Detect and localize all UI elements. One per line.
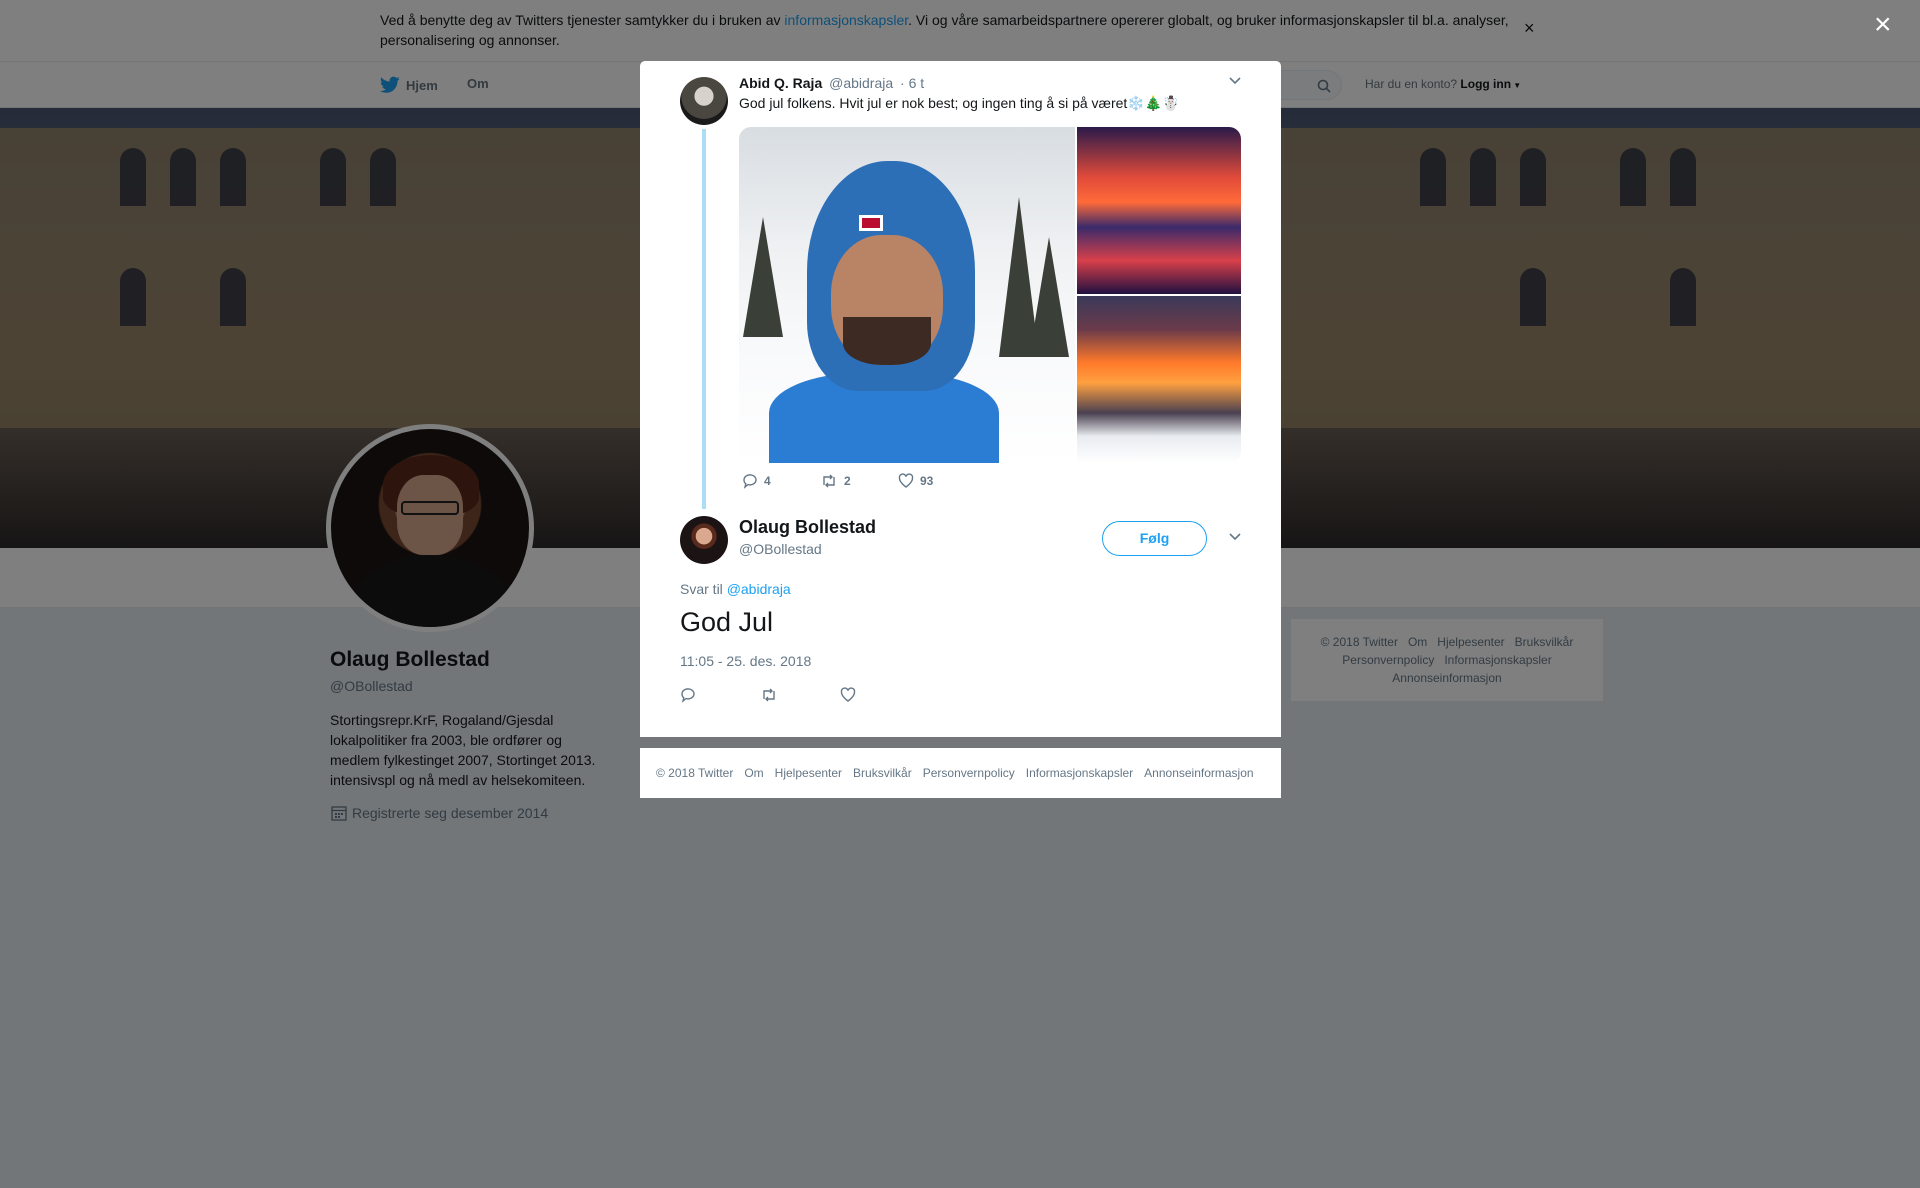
heart-icon xyxy=(840,687,856,702)
chevron-down-icon[interactable] xyxy=(1228,75,1242,89)
parent-tweet-time[interactable]: · 6 t xyxy=(900,75,924,91)
reply-icon xyxy=(743,474,757,489)
main-tweet-avatar[interactable] xyxy=(680,516,728,564)
footer-link: © 2018 Twitter xyxy=(656,766,734,780)
footer-link[interactable]: Om xyxy=(744,766,763,780)
main-tweet-actions xyxy=(680,687,920,708)
footer-link[interactable]: Informasjonskapsler xyxy=(1026,766,1133,780)
conversation-thread-line xyxy=(702,129,706,509)
reply-button[interactable] xyxy=(680,687,760,708)
like-button[interactable]: 93 xyxy=(898,473,976,489)
reply-button[interactable]: 4 xyxy=(742,473,820,489)
modal-footer: © 2018 Twitter Om Hjelpesenter Bruksvilk… xyxy=(640,748,1281,798)
retweet-icon xyxy=(823,474,835,488)
norwegian-flag-icon xyxy=(859,215,883,231)
retweet-count: 2 xyxy=(844,474,851,488)
reply-to-handle-link[interactable]: @abidraja xyxy=(727,581,791,597)
retweet-button[interactable] xyxy=(760,687,840,708)
close-modal-button[interactable]: × xyxy=(1874,10,1892,40)
main-tweet-timestamp[interactable]: 11:05 - 25. des. 2018 xyxy=(680,653,811,669)
reply-context: Svar til @abidraja xyxy=(680,581,791,597)
main-tweet-author-name[interactable]: Olaug Bollestad xyxy=(739,517,876,538)
parent-tweet-author-handle[interactable]: @abidraja xyxy=(829,75,893,91)
parent-tweet-text: God jul folkens. Hvit jul er nok best; o… xyxy=(739,95,1180,111)
footer-link[interactable]: Hjelpesenter xyxy=(775,766,842,780)
reply-count: 4 xyxy=(764,474,771,488)
parent-tweet-author-name[interactable]: Abid Q. Raja xyxy=(739,75,822,91)
photo-tree xyxy=(1029,237,1069,357)
tweet-photo-sunset-snow[interactable] xyxy=(1077,296,1241,463)
like-button[interactable] xyxy=(840,687,920,708)
photo-tree xyxy=(743,217,783,337)
follow-button[interactable]: Følg xyxy=(1102,521,1207,556)
retweet-button[interactable]: 2 xyxy=(820,473,898,489)
main-tweet-text: God Jul xyxy=(680,607,774,637)
reply-icon xyxy=(681,688,695,703)
main-tweet-author-handle[interactable]: @OBollestad xyxy=(739,541,822,557)
footer-link[interactable]: Bruksvilkår xyxy=(853,766,912,780)
tweet-permalink-modal: Abid Q. Raja @abidraja · 6 t God jul fol… xyxy=(640,61,1281,737)
retweet-icon xyxy=(763,688,775,702)
tweet-photo-sunset-sky[interactable] xyxy=(1077,127,1241,294)
parent-tweet-header: Abid Q. Raja @abidraja · 6 t xyxy=(739,75,924,91)
tweet-photo-selfie[interactable] xyxy=(739,127,1075,463)
footer-link[interactable]: Personvernpolicy xyxy=(923,766,1015,780)
parent-tweet-actions: 4 2 93 xyxy=(742,473,976,489)
heart-icon xyxy=(898,473,914,488)
photo-beard xyxy=(843,317,931,365)
footer-link[interactable]: Annonseinformasjon xyxy=(1144,766,1253,780)
parent-tweet-media-grid xyxy=(739,127,1241,463)
parent-tweet-avatar[interactable] xyxy=(680,77,728,125)
chevron-down-icon[interactable] xyxy=(1228,531,1242,545)
like-count: 93 xyxy=(920,474,934,488)
